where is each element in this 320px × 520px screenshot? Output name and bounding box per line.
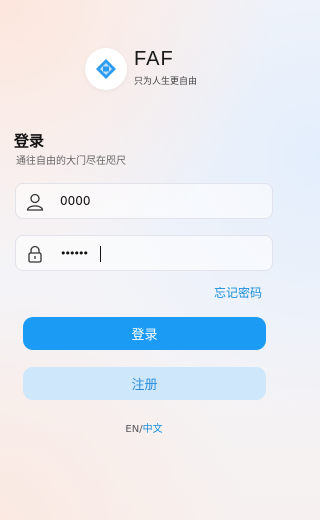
register-button[interactable]: 注册 — [23, 367, 266, 400]
brand-name: FAF — [134, 48, 174, 70]
language-en[interactable]: EN — [125, 424, 139, 435]
language-switch: EN/中文 — [0, 420, 288, 435]
username-field[interactable] — [15, 183, 273, 219]
brand-tagline: 只为人生更自由 — [134, 77, 198, 87]
app-logo — [85, 48, 127, 90]
username-input[interactable] — [60, 190, 260, 212]
page-title: 登录 — [14, 132, 45, 150]
user-icon — [26, 193, 44, 211]
logo-icon — [96, 59, 116, 79]
page-subtitle: 通往自由的大门尽在咫尺 — [16, 156, 126, 167]
forgot-password-link[interactable]: 忘记密码 — [214, 284, 262, 301]
lock-icon — [28, 245, 42, 263]
password-field[interactable] — [15, 235, 273, 271]
password-input[interactable] — [60, 242, 260, 264]
language-zh[interactable]: 中文 — [143, 424, 163, 435]
text-cursor — [100, 246, 101, 262]
login-button[interactable]: 登录 — [23, 317, 266, 350]
